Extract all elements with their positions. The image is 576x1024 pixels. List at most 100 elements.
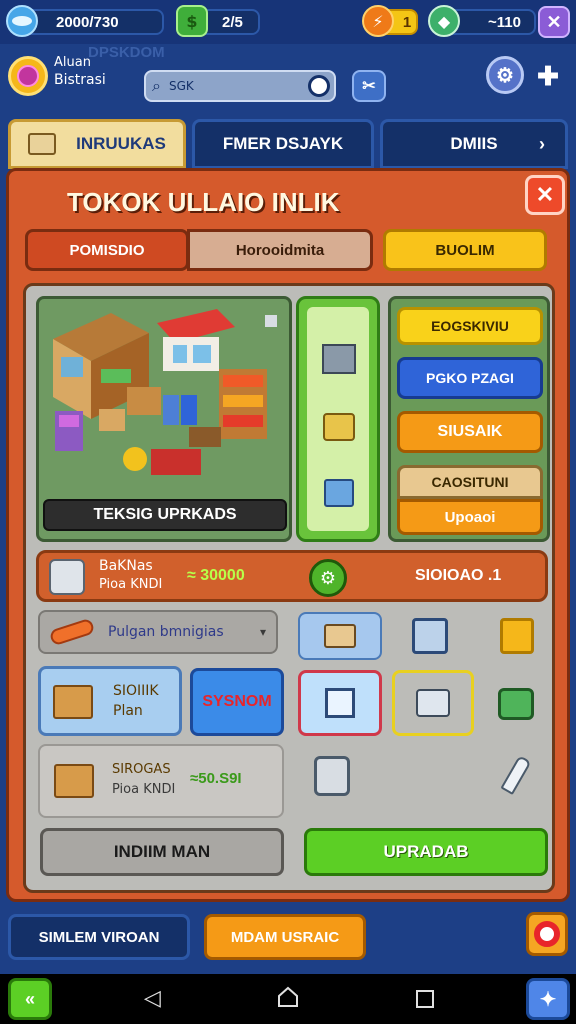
side-button-3-label: SIUSAIK bbox=[437, 423, 503, 440]
panel-close-button[interactable]: ✕ bbox=[525, 175, 565, 215]
panel-inner: TEKSIG UPRKADS EOGSKIVIU PGKO PZAGI SIUS… bbox=[23, 283, 555, 893]
footer-right-button[interactable]: MDAM USRAIC bbox=[204, 914, 366, 960]
system-nav-bar: « ◁ ✦ bbox=[0, 974, 576, 1024]
shop-illustration bbox=[53, 309, 277, 475]
search-clear-icon[interactable] bbox=[308, 75, 330, 97]
secondary-button[interactable]: INDIIM MAN bbox=[40, 828, 284, 876]
tab-box-icon bbox=[28, 133, 57, 155]
lifebuoy-icon bbox=[534, 921, 560, 947]
item-1-line1: SIOIIIK bbox=[113, 683, 159, 699]
settings-gear-button[interactable]: ⚙ bbox=[486, 56, 524, 94]
help-lifebuoy-button[interactable] bbox=[526, 912, 568, 956]
info-strip: BaKNas Pioa KNDI ≈ 30000 ⚙ SIOIOAO .1 bbox=[36, 550, 548, 602]
basket-icon[interactable] bbox=[315, 403, 363, 451]
add-button[interactable]: ✚ bbox=[534, 61, 562, 91]
close-top-button[interactable]: ✕ bbox=[538, 6, 570, 38]
profile-name: Aluan bbox=[54, 55, 91, 70]
side-button-4-label: CAOSITUNI bbox=[431, 474, 509, 490]
settings-gear-icon[interactable]: ⚙ bbox=[309, 559, 347, 597]
item-1-line2: Plan bbox=[113, 703, 143, 719]
cash-value: 2/5 bbox=[222, 13, 243, 31]
window-icon[interactable] bbox=[412, 618, 448, 654]
gems-value: ~110 bbox=[488, 13, 521, 31]
coins-icon bbox=[6, 5, 38, 37]
footer-left-button-label: SIMLEM VIROAN bbox=[38, 928, 160, 946]
upgrade-button-label: UPRADAB bbox=[383, 842, 469, 861]
tools-button[interactable]: ✂ bbox=[352, 70, 386, 102]
subtab-second-label: Horooidmita bbox=[235, 241, 325, 259]
system-button[interactable]: SYSNOM bbox=[190, 668, 284, 736]
crate-icon bbox=[324, 624, 356, 648]
side-button-3[interactable]: SIUSAIK bbox=[397, 411, 543, 453]
side-button-2-label: PGKO PZAGI bbox=[426, 370, 514, 386]
subtab-first[interactable]: POMISDIO bbox=[25, 229, 189, 271]
footer-left-button[interactable]: SIMLEM VIROAN bbox=[8, 914, 190, 960]
delivery-truck-icon bbox=[54, 764, 94, 798]
search-input[interactable]: SGK bbox=[169, 79, 194, 93]
item-2-amount: ≈50.S9I bbox=[190, 770, 242, 787]
paint-bucket-icon[interactable] bbox=[314, 756, 350, 796]
tab-second[interactable]: FMER DSJAYK bbox=[192, 119, 374, 169]
energy-value: 1 bbox=[402, 13, 412, 31]
side-button-4[interactable]: CAOSITUNI bbox=[397, 465, 543, 499]
tab-third-label: DMIIS bbox=[450, 134, 498, 153]
grid-slot-icon[interactable] bbox=[298, 670, 382, 736]
subtab-third-label: BUOLIM bbox=[435, 241, 495, 259]
side-button-1-label: EOGSKIVIU bbox=[431, 318, 509, 334]
info-line1: BaKNas bbox=[99, 558, 153, 574]
green-shortcut-button[interactable]: « bbox=[8, 978, 52, 1020]
tab-inventory[interactable]: INRUUKAS bbox=[8, 119, 186, 169]
cart-icon[interactable] bbox=[315, 469, 363, 517]
info-status: SIOIOAO .1 bbox=[415, 567, 502, 584]
printer-slot-icon[interactable] bbox=[392, 670, 474, 736]
pill-icon bbox=[48, 617, 96, 647]
side-button-1[interactable]: EOGSKIVIU bbox=[397, 307, 543, 345]
item-card-1[interactable]: SIOIIIK Plan bbox=[38, 666, 182, 736]
subtab-third[interactable]: BUOLIM bbox=[383, 229, 547, 271]
back-icon[interactable]: ◁ bbox=[144, 986, 161, 1011]
side-button-5-label: Upoaoi bbox=[444, 508, 496, 526]
item-card-2[interactable]: SIROGAS Pioa KNDI ≈50.S9I bbox=[38, 744, 284, 818]
item-slot-selected[interactable] bbox=[298, 612, 382, 660]
cash-icon: $ bbox=[176, 5, 208, 37]
item-2-line2: Pioa KNDI bbox=[112, 782, 176, 797]
shop-panel: TOKOK ULLAIO INLIK ✕ POMISDIO Horooidmit… bbox=[6, 168, 570, 902]
system-button-label: SYSNOM bbox=[202, 693, 272, 710]
tab-second-label: FMER DSJAYK bbox=[222, 134, 344, 153]
category-dropdown-label: Pulgan bmnigias bbox=[108, 624, 224, 640]
preview-caption-label: TEKSIG UPRKADS bbox=[93, 506, 237, 523]
energy-icon: ⚡ bbox=[362, 5, 394, 37]
side-button-5[interactable]: Upoaoi bbox=[397, 499, 543, 535]
avatar-gem-icon bbox=[17, 65, 39, 87]
info-line2: Pioa KNDI bbox=[99, 577, 163, 592]
item-strip bbox=[296, 296, 380, 542]
upgrade-button[interactable]: UPRADAB bbox=[304, 828, 548, 876]
footer-right-button-label: MDAM USRAIC bbox=[230, 928, 340, 946]
avatar[interactable] bbox=[8, 56, 48, 96]
search-icon: ⌕ bbox=[152, 76, 161, 95]
recent-apps-icon[interactable] bbox=[416, 990, 434, 1008]
side-button-2[interactable]: PGKO PZAGI bbox=[397, 357, 543, 399]
search-bar[interactable]: ⌕ SGK bbox=[144, 70, 336, 102]
camera-icon[interactable] bbox=[498, 688, 534, 720]
pen-tool-icon[interactable] bbox=[500, 754, 532, 796]
gems-icon: ◆ bbox=[428, 5, 460, 37]
tab-third[interactable]: DMIIS › bbox=[380, 119, 568, 169]
home-icon[interactable] bbox=[277, 986, 299, 1008]
chevron-right-icon[interactable]: › bbox=[539, 134, 545, 155]
info-amount: ≈ 30000 bbox=[187, 567, 245, 584]
header-row: DPSKDOM Aluan Bistrasi ⌕ SGK ✂ ⚙ ✚ bbox=[0, 44, 576, 112]
box-icon bbox=[53, 685, 93, 719]
header-background-text: DPSKDOM bbox=[88, 44, 165, 61]
subtab-second[interactable]: Horooidmita bbox=[187, 229, 373, 271]
blue-shortcut-button[interactable]: ✦ bbox=[526, 978, 570, 1020]
category-dropdown[interactable]: Pulgan bmnigias ▾ bbox=[38, 610, 278, 654]
shop-preview: TEKSIG UPRKADS bbox=[36, 296, 292, 542]
panel-title: TOKOK ULLAIO INLIK bbox=[67, 187, 340, 217]
item-2-line1: SIROGAS bbox=[112, 762, 171, 777]
building-icon[interactable] bbox=[315, 335, 363, 383]
side-button-panel: EOGSKIVIU PGKO PZAGI SIUSAIK CAOSITUNI U… bbox=[388, 296, 550, 542]
top-bar: 2000/730 2/5 $ 1 ⚡ ~110 ◆ ✕ bbox=[0, 0, 576, 44]
coin-block-icon[interactable] bbox=[500, 618, 534, 654]
chevron-down-icon: ▾ bbox=[259, 625, 266, 639]
